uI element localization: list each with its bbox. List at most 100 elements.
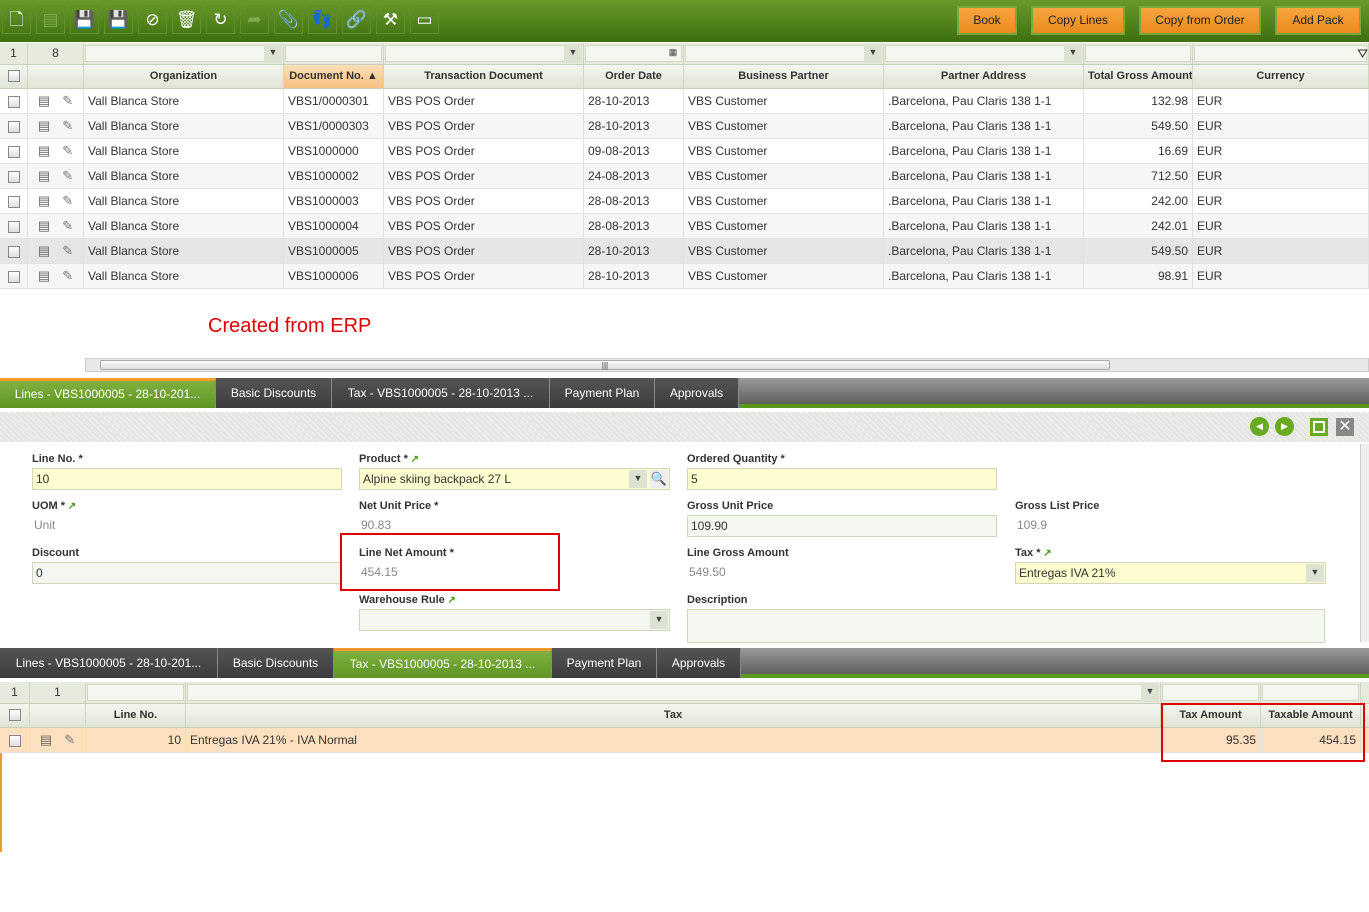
edit-pencil-icon[interactable]: ✎	[62, 143, 73, 158]
description-field[interactable]	[687, 609, 1325, 643]
column-header[interactable]: Organization	[84, 65, 284, 88]
filter-input[interactable]	[1162, 684, 1259, 701]
refresh-icon[interactable]: ↻	[206, 6, 235, 34]
row-checkbox-cell[interactable]	[0, 139, 28, 163]
checkbox[interactable]	[7, 70, 20, 83]
document-icon[interactable]: ▤	[38, 118, 50, 133]
undo-icon[interactable]: ⊘	[138, 6, 167, 34]
add-pack-button[interactable]: Add Pack	[1275, 6, 1361, 35]
dropdown-arrow-icon[interactable]: ▼	[1064, 44, 1082, 63]
row-actions[interactable]: ▤ ✎	[28, 214, 84, 238]
close-icon[interactable]: ✕	[1336, 418, 1354, 436]
row-checkbox-cell[interactable]	[0, 89, 28, 113]
filter-cell[interactable]	[1261, 682, 1361, 703]
dropdown-arrow-icon[interactable]: ▼	[564, 44, 582, 63]
field-link-icon[interactable]: ↗	[445, 595, 456, 606]
form-scrollbar[interactable]	[1360, 444, 1369, 642]
filter-input[interactable]	[87, 684, 184, 701]
attachment-icon[interactable]: 📎	[274, 6, 303, 34]
row-checkbox[interactable]	[8, 734, 21, 747]
filter-cell[interactable]	[284, 43, 384, 64]
filter-input[interactable]	[1194, 45, 1367, 62]
book-button[interactable]: Book	[957, 6, 1017, 35]
edit-pencil-icon[interactable]: ✎	[62, 218, 73, 233]
previous-record-icon[interactable]: ◀	[1250, 417, 1269, 436]
row-checkbox[interactable]	[7, 120, 20, 133]
filter-input[interactable]	[885, 45, 1082, 62]
form-toggle-icon[interactable]: ▭	[410, 6, 439, 34]
row-checkbox[interactable]	[7, 245, 20, 258]
row-actions[interactable]: ▤ ✎	[28, 164, 84, 188]
tools-icon[interactable]: ⚒	[376, 6, 405, 34]
tab-lines[interactable]: Lines - VBS1000005 - 28-10-201...	[0, 648, 218, 678]
filter-input[interactable]	[85, 45, 282, 62]
document-icon[interactable]: ▤	[38, 93, 50, 108]
table-row[interactable]: ▤ ✎ Vall Blanca Store VBS1000000 VBS POS Ord…	[0, 139, 1369, 164]
row-checkbox-cell[interactable]	[0, 728, 30, 752]
filter-input[interactable]	[385, 45, 582, 62]
select-all-checkbox[interactable]	[0, 65, 28, 88]
table-row[interactable]: ▤ ✎ Vall Blanca Store VBS1000006 VBS POS Ord…	[0, 264, 1369, 289]
row-actions[interactable]: ▤ ✎	[28, 114, 84, 138]
copy-from-order-button[interactable]: Copy from Order	[1139, 6, 1261, 35]
filter-input[interactable]	[1085, 45, 1191, 62]
field-link-icon[interactable]: ↗	[408, 454, 419, 465]
product-field[interactable]: Alpine skiing backpack 27 L ▼ 🔍	[359, 468, 670, 490]
export-icon[interactable]: ➦	[240, 6, 269, 34]
column-header[interactable]	[28, 65, 84, 88]
filter-input[interactable]	[187, 684, 1159, 701]
filter-cell[interactable]: ▦	[584, 43, 684, 64]
document-icon[interactable]: ▤	[38, 193, 50, 208]
edit-pencil-icon[interactable]: ✎	[62, 268, 73, 283]
checkbox[interactable]	[8, 709, 21, 722]
column-header[interactable]	[30, 704, 86, 727]
line-no-field[interactable]: 10	[32, 468, 342, 490]
column-header[interactable]: Tax	[186, 704, 1161, 727]
field-link-icon[interactable]: ↗	[1040, 548, 1051, 559]
column-header[interactable]: Line No.	[86, 704, 186, 727]
row-checkbox-cell[interactable]	[0, 239, 28, 263]
tab-approvals[interactable]: Approvals	[655, 378, 739, 408]
table-row[interactable]: ▤ ✎ Vall Blanca Store VBS1000004 VBS POS Ord…	[0, 214, 1369, 239]
column-header[interactable]: Order Date	[584, 65, 684, 88]
horizontal-scrollbar[interactable]: |||	[85, 358, 1369, 372]
column-header[interactable]: Currency	[1193, 65, 1369, 88]
document-icon[interactable]: ▤	[38, 143, 50, 158]
row-actions[interactable]: ▤ ✎	[30, 728, 86, 752]
table-row[interactable]: ▤ ✎ Vall Blanca Store VBS1000003 VBS POS Ord…	[0, 189, 1369, 214]
copy-lines-button[interactable]: Copy Lines	[1031, 6, 1125, 35]
save-icon[interactable]: 💾	[70, 6, 99, 34]
filter-cell[interactable]	[1161, 682, 1261, 703]
edit-pencil-icon[interactable]: ✎	[64, 732, 75, 747]
row-checkbox-cell[interactable]	[0, 214, 28, 238]
row-actions[interactable]: ▤ ✎	[28, 264, 84, 288]
row-checkbox-cell[interactable]	[0, 189, 28, 213]
document-icon[interactable]: ▤	[38, 268, 50, 283]
tab-approvals[interactable]: Approvals	[657, 648, 741, 678]
search-icon[interactable]: 🔍	[650, 470, 668, 488]
row-checkbox-cell[interactable]	[0, 114, 28, 138]
warehouse-rule-field[interactable]: ▼	[359, 609, 670, 631]
select-all-checkbox[interactable]	[0, 704, 30, 727]
dropdown-arrow-icon[interactable]: ▼	[1306, 564, 1324, 582]
column-header[interactable]: Total Gross Amount	[1084, 65, 1193, 88]
dropdown-arrow-icon[interactable]: ▼	[864, 44, 882, 63]
calendar-icon[interactable]: ▦	[664, 44, 682, 63]
table-row[interactable]: ▤ ✎ Vall Blanca Store VBS1000002 VBS POS Ord…	[0, 164, 1369, 189]
tab-basic-discounts[interactable]: Basic Discounts	[218, 648, 334, 678]
filter-cell[interactable]	[1361, 682, 1369, 703]
ordered-qty-field[interactable]: 5	[687, 468, 997, 490]
dropdown-arrow-icon[interactable]: ▼	[650, 611, 668, 629]
filter-cell[interactable]: ▼	[384, 43, 584, 64]
row-actions[interactable]: ▤ ✎	[28, 189, 84, 213]
filter-input[interactable]	[285, 45, 382, 62]
row-checkbox[interactable]	[7, 145, 20, 158]
table-row[interactable]: ▤ ✎ Vall Blanca Store VBS1/0000301 VBS POS O…	[0, 89, 1369, 114]
table-row[interactable]: ▤ ✎ Vall Blanca Store VBS1000005 VBS POS Ord…	[0, 239, 1369, 264]
gross-unit-price-field[interactable]: 109.90	[687, 515, 997, 537]
tab-tax[interactable]: Tax - VBS1000005 - 28-10-2013 ...	[334, 648, 552, 678]
dropdown-arrow-icon[interactable]: ▼	[264, 44, 282, 63]
row-actions[interactable]: ▤ ✎	[28, 239, 84, 263]
new-document-icon[interactable]: 🗋	[2, 6, 31, 34]
link-icon[interactable]: 🔗	[342, 6, 371, 34]
